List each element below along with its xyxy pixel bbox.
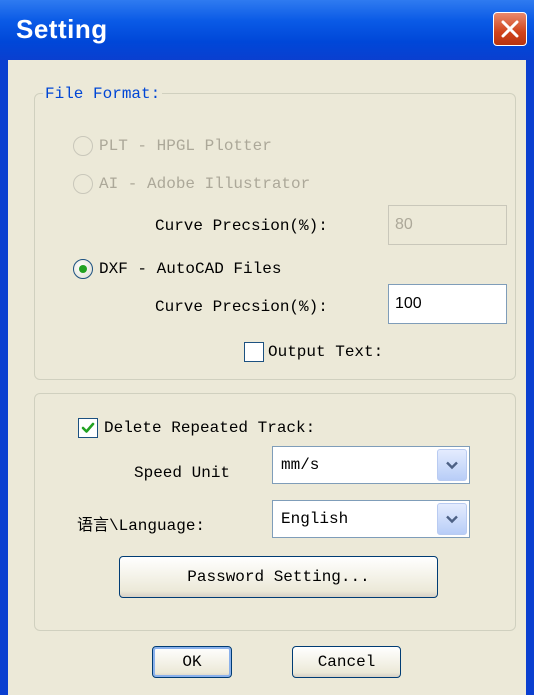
- delete-repeated-checkbox[interactable]: [78, 418, 98, 438]
- language-select[interactable]: English: [272, 500, 470, 538]
- password-setting-button[interactable]: Password Setting...: [119, 556, 438, 598]
- speed-unit-select[interactable]: mm/s: [272, 446, 470, 484]
- dialog-body: File Format: PLT - HPGL Plotter AI - Ado…: [8, 60, 526, 695]
- dxf-curve-precision-input[interactable]: 100: [388, 284, 507, 324]
- chevron-down-icon: [446, 461, 458, 470]
- output-text-checkbox[interactable]: [244, 342, 264, 362]
- cancel-button[interactable]: Cancel: [292, 646, 401, 678]
- language-dropdown-button[interactable]: [437, 503, 467, 535]
- plt-radio[interactable]: [73, 136, 93, 156]
- output-text-label: Output Text:: [268, 343, 384, 361]
- title-bar[interactable]: Setting: [0, 0, 534, 60]
- dxf-label: DXF - AutoCAD Files: [99, 260, 282, 278]
- chevron-down-icon: [446, 515, 458, 524]
- close-button[interactable]: [493, 12, 527, 46]
- close-icon: [501, 20, 519, 38]
- ai-radio[interactable]: [73, 174, 93, 194]
- dxf-radio[interactable]: [73, 259, 93, 279]
- ok-button[interactable]: OK: [152, 646, 232, 678]
- speed-unit-label: Speed Unit: [134, 464, 231, 482]
- language-value: English: [281, 510, 349, 528]
- language-label: 语言\Language:: [77, 517, 206, 535]
- delete-repeated-label: Delete Repeated Track:: [104, 419, 316, 437]
- speed-unit-value: mm/s: [281, 456, 320, 474]
- ai-label: AI - Adobe Illustrator: [99, 175, 311, 193]
- radio-selected-dot: [79, 265, 87, 273]
- window-title: Setting: [16, 14, 108, 44]
- file-format-legend: File Format:: [43, 85, 163, 103]
- dxf-curve-precision-label: Curve Precsion(%):: [155, 298, 328, 316]
- plt-label: PLT - HPGL Plotter: [99, 137, 272, 155]
- setting-dialog: Setting File Format: PLT - HPGL Plotter …: [0, 0, 534, 695]
- ai-curve-precision-label: Curve Precsion(%):: [155, 217, 328, 235]
- check-icon: [81, 422, 95, 433]
- ai-curve-precision-input[interactable]: 80: [388, 205, 507, 245]
- speed-unit-dropdown-button[interactable]: [437, 449, 467, 481]
